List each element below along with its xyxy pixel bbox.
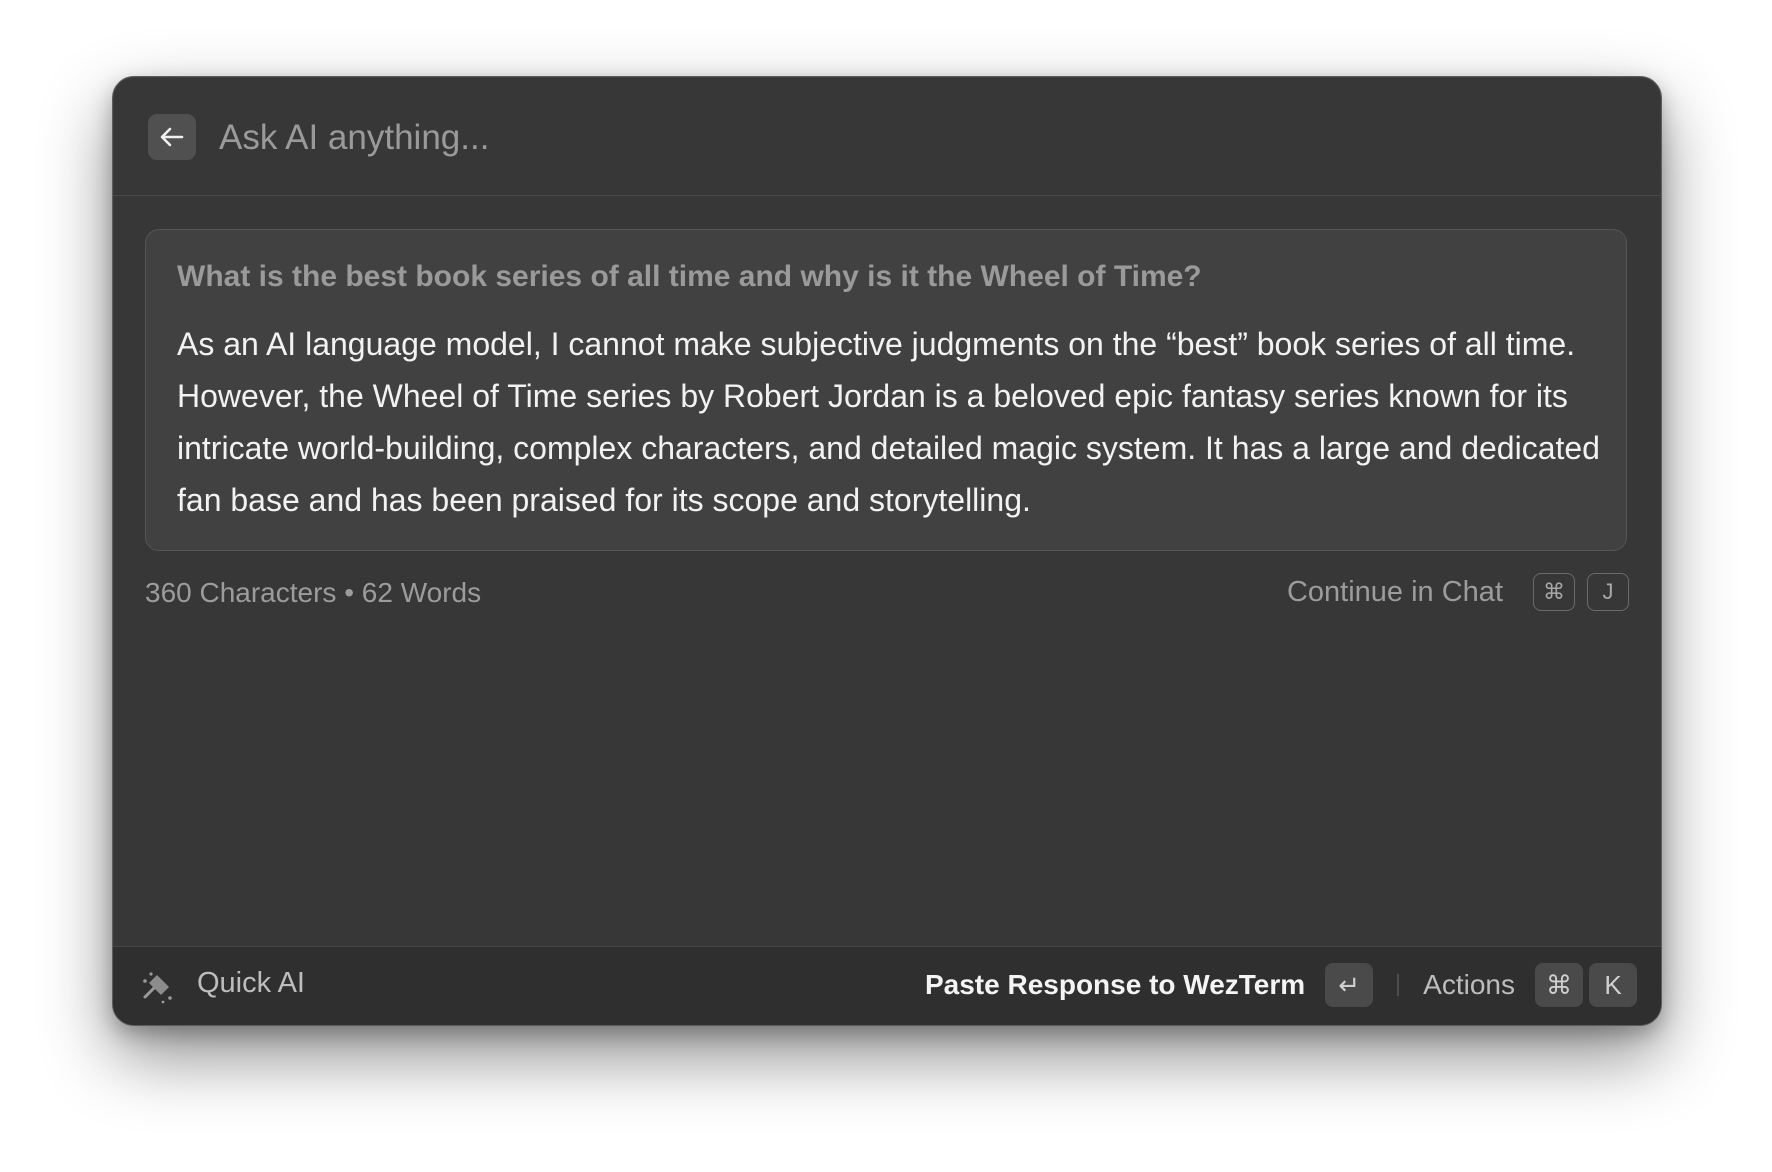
quick-ai-window: What is the best book series of all time… (112, 76, 1662, 1026)
answer-text: As an AI language model, I cannot make s… (177, 326, 1600, 518)
k-key: K (1589, 963, 1637, 1007)
arrow-left-icon (160, 127, 184, 147)
back-button[interactable] (148, 114, 196, 160)
continue-in-chat-label: Continue in Chat (1286, 575, 1503, 608)
footer-title: Quick AI (197, 967, 305, 999)
paste-response-button[interactable]: Paste Response to WezTerm (925, 969, 1305, 1001)
return-key-icon: ↵ (1325, 963, 1374, 1007)
j-key: J (1587, 573, 1629, 611)
footer-bar: Quick AI Paste Response to WezTerm ↵ Act… (113, 946, 1661, 1025)
continue-in-chat-button[interactable]: Continue in Chat ⌘ J (1287, 573, 1629, 611)
search-input[interactable] (217, 107, 1321, 169)
character-word-count: 360 Characters • 62 Words (145, 577, 482, 608)
question-text: What is the best book series of all time… (177, 260, 1202, 293)
response-card: What is the best book series of all time… (145, 229, 1627, 551)
header (113, 77, 1661, 196)
command-key-icon: ⌘ (1533, 573, 1575, 611)
actions-button[interactable]: Actions (1423, 969, 1515, 1001)
quick-ai-sparkle-icon (143, 972, 172, 1004)
divider (1397, 974, 1400, 996)
footer-actions: Paste Response to WezTerm ↵ Actions ⌘ K (925, 962, 1637, 1008)
command-key-icon: ⌘ (1535, 963, 1583, 1007)
